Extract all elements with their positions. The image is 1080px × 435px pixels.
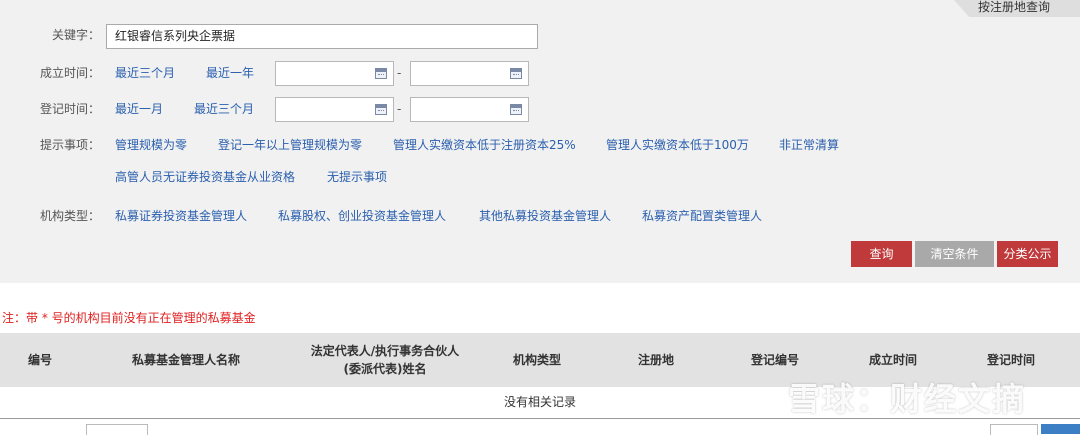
- org-type-link[interactable]: 私募股权、创业投资基金管理人: [278, 203, 446, 229]
- established-start-date[interactable]: [275, 61, 394, 86]
- established-end-date[interactable]: [410, 61, 529, 86]
- col-number: 编号: [27, 353, 52, 367]
- established-link-3months[interactable]: 最近三个月: [115, 60, 175, 86]
- established-link-1year[interactable]: 最近一年: [206, 60, 254, 86]
- tip-link[interactable]: 高管人员无证券投资基金从业资格: [115, 164, 295, 190]
- tip-link[interactable]: 登记一年以上管理规模为零: [218, 132, 362, 158]
- classified-disclosure-button[interactable]: 分类公示: [997, 241, 1058, 267]
- tips-label: 提示事项：: [39, 138, 100, 152]
- watermark-text: 雪球：财经文摘: [788, 380, 1027, 418]
- calendar-icon[interactable]: [375, 68, 387, 79]
- col-legal-rep: 法定代表人/执行事务合伙人 (委派代表)姓名: [292, 333, 478, 387]
- col-manager-name: 私募基金管理人名称: [131, 353, 240, 367]
- established-label: 成立时间：: [39, 66, 100, 80]
- org-type-link[interactable]: 私募资产配置类管理人: [642, 203, 762, 229]
- tip-link[interactable]: 管理人实缴资本低于注册资本25%: [393, 132, 576, 158]
- col-registration-place: 注册地: [637, 353, 674, 367]
- col-legal-rep-line1: 法定代表人/执行事务合伙人: [310, 344, 460, 358]
- tip-link[interactable]: 管理人实缴资本低于100万: [606, 132, 749, 158]
- page-number-input[interactable]: [990, 424, 1038, 435]
- calendar-icon[interactable]: [375, 104, 387, 115]
- registered-start-date[interactable]: [275, 97, 394, 122]
- org-type-link[interactable]: 私募证券投资基金管理人: [115, 203, 247, 229]
- tip-link[interactable]: 非正常清算: [779, 132, 839, 158]
- registered-link-1month[interactable]: 最近一月: [115, 96, 163, 122]
- query-button[interactable]: 查询: [851, 241, 912, 267]
- org-type-link[interactable]: 其他私募投资基金管理人: [479, 203, 611, 229]
- page-go-button[interactable]: [1041, 424, 1080, 434]
- org-type-label: 机构类型：: [39, 209, 100, 223]
- clear-conditions-button[interactable]: 清空条件: [915, 241, 994, 267]
- tip-link[interactable]: 无提示事项: [327, 164, 387, 190]
- note-text: 注：带 * 号的机构目前没有正在管理的私募基金: [2, 311, 256, 325]
- calendar-icon[interactable]: [510, 68, 522, 79]
- tip-link[interactable]: 管理规模为零: [115, 132, 187, 158]
- keyword-label: 关键字：: [51, 28, 100, 42]
- col-legal-rep-line2: (委派代表)姓名: [343, 362, 427, 376]
- calendar-icon[interactable]: [510, 104, 522, 115]
- keyword-input[interactable]: 红银睿信系列央企票据: [106, 24, 538, 49]
- page-size-select[interactable]: [86, 424, 148, 435]
- registered-end-date[interactable]: [410, 97, 529, 122]
- registered-dash: -: [397, 102, 402, 116]
- col-org-type: 机构类型: [512, 353, 561, 367]
- tab-by-registration-place[interactable]: 按注册地查询: [954, 0, 1080, 17]
- established-dash: -: [397, 66, 402, 80]
- registered-label: 登记时间：: [39, 102, 100, 116]
- registered-link-3months[interactable]: 最近三个月: [194, 96, 254, 122]
